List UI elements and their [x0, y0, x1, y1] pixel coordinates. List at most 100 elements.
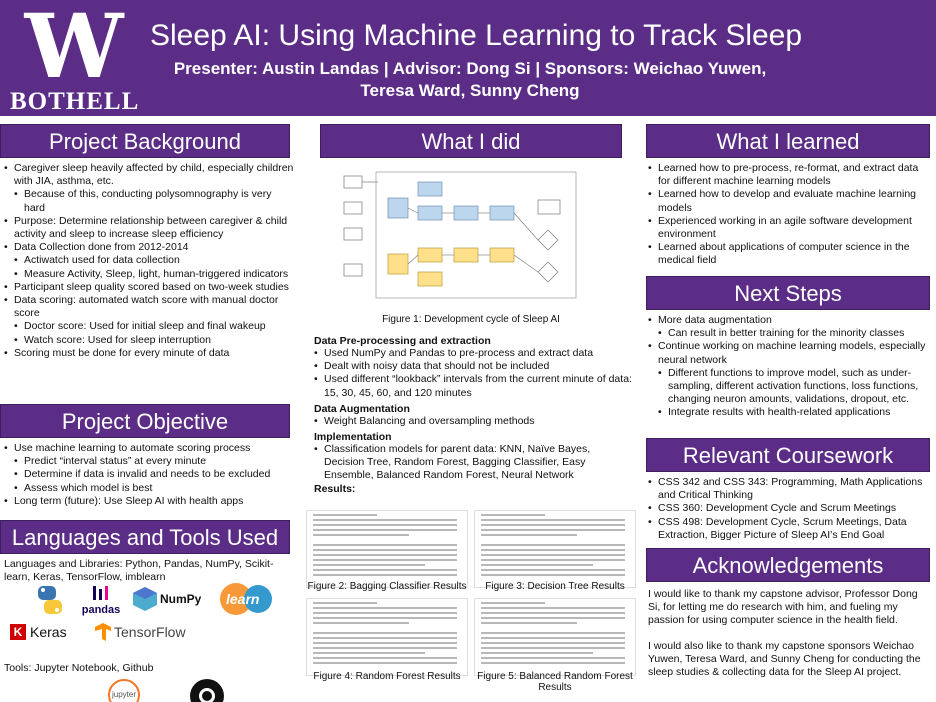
background-item: Data Collection done from 2012-2014 [4, 241, 294, 254]
result-text-line [313, 549, 457, 551]
figure-3-caption: Figure 3: Decision Tree Results [485, 581, 625, 592]
keras-icon: K [10, 624, 26, 640]
poster-title: Sleep AI: Using Machine Learning to Trac… [150, 19, 803, 52]
github-icon [190, 679, 224, 702]
preprocess-item: Used different “lookback” intervals from… [314, 373, 632, 399]
coursework-item: CSS 498: Development Cycle, Scrum Meetin… [648, 516, 930, 542]
ack-para-1: I would like to thank my capstone adviso… [648, 588, 918, 627]
logo-mark: W [24, 0, 124, 98]
python-logo-icon [38, 586, 62, 614]
sklearn-logo: learn [214, 582, 278, 616]
background-item: Caregiver sleep heavily affected by chil… [4, 162, 294, 188]
background-item: Because of this, conducting polysomnogra… [4, 188, 294, 214]
result-text-line [481, 622, 577, 624]
result-text-line [313, 637, 457, 639]
result-text-line [313, 617, 457, 619]
augmentation-list: Weight Balancing and oversampling method… [314, 415, 632, 428]
result-text-line [313, 607, 457, 609]
tool-logos-bottom: jupyter [0, 675, 300, 702]
result-text-line [481, 657, 625, 659]
right-column: What I learned Learned how to pre-proces… [642, 124, 936, 679]
pandas-label: pandas [81, 604, 121, 616]
result-text-line [481, 574, 625, 576]
background-item: Scoring must be done for every minute of… [4, 347, 294, 360]
result-text-line [481, 524, 625, 526]
preprocess-heading: Data Pre-processing and extraction [314, 335, 491, 347]
objective-item: Determine if data is invalid and needs t… [4, 468, 294, 481]
preprocess-item: Dealt with noisy data that should not be… [314, 360, 632, 373]
result-text-line [313, 647, 457, 649]
whatidid-heading: What I did [320, 124, 622, 158]
bagging-results-table [306, 510, 468, 588]
learned-list: Learned how to pre-process, re-format, a… [642, 158, 936, 276]
tensorflow-label: TensorFlow [114, 624, 186, 640]
background-item: Data scoring: automated watch score with… [4, 294, 294, 320]
result-text-line [481, 607, 625, 609]
figure-1-caption: Figure 1: Development cycle of Sleep AI [382, 314, 560, 325]
preprocess-list: Used NumPy and Pandas to pre-process and… [314, 347, 632, 400]
acknowledgements-heading: Acknowledgements [646, 548, 930, 582]
results-heading: Results: [314, 482, 356, 495]
result-text-line [313, 657, 457, 659]
result-text-line [313, 544, 457, 546]
nextsteps-heading: Next Steps [646, 276, 930, 310]
objective-item: Assess which model is best [4, 482, 294, 495]
pandas-icon [93, 586, 108, 600]
tools-line: Tools: Jupyter Notebook, Github [4, 662, 154, 674]
result-text-line [481, 519, 625, 521]
result-text-line [481, 549, 625, 551]
pandas-logo: pandas [80, 584, 122, 616]
result-text-line [313, 524, 457, 526]
learned-item: Experienced working in an agile software… [648, 215, 930, 241]
implementation-list: Classification models for parent data: K… [314, 443, 632, 483]
result-text-line [313, 514, 377, 516]
balanced-random-forest-results-table [474, 598, 636, 676]
learned-item: Learned how to develop and evaluate mach… [648, 188, 930, 214]
tool-logos: pandas NumPy learn K Keras TensorFlow [0, 582, 300, 662]
development-cycle-diagram [342, 168, 592, 308]
result-text-line [313, 574, 457, 576]
result-text-line [481, 647, 625, 649]
poster-header: W BOTHELL Sleep AI: Using Machine Learni… [0, 0, 936, 116]
result-text-line [481, 559, 625, 561]
uw-bothell-logo: W BOTHELL [10, 0, 140, 115]
result-text-line [481, 642, 625, 644]
preprocess-item: Used NumPy and Pandas to pre-process and… [314, 347, 632, 360]
result-text-line [313, 529, 457, 531]
tensorflow-icon [95, 623, 111, 641]
result-text-line [313, 662, 457, 664]
background-item: Purpose: Determine relationship between … [4, 215, 294, 241]
whatidid-text: Data Pre-processing and extraction Used … [314, 332, 632, 495]
result-text-line [313, 569, 457, 571]
background-item: Measure Activity, Sleep, light, human-tr… [4, 268, 294, 281]
logo-text: BOTHELL [10, 88, 140, 115]
learned-item: Learned about applications of computer s… [648, 241, 930, 267]
coursework-list: CSS 342 and CSS 343: Programming, Math A… [642, 472, 936, 548]
result-text-line [481, 554, 625, 556]
sklearn-label: learn [226, 591, 260, 607]
result-text-line [481, 602, 545, 604]
result-text-line [481, 652, 593, 654]
result-text-line [481, 637, 625, 639]
result-text-line [481, 529, 625, 531]
objective-heading: Project Objective [0, 404, 290, 438]
coursework-item: CSS 342 and CSS 343: Programming, Math A… [648, 476, 930, 502]
jupyter-logo: jupyter [108, 679, 140, 702]
coursework-item: CSS 360: Development Cycle and Scrum Mee… [648, 502, 930, 515]
implementation-item: Classification models for parent data: K… [314, 443, 632, 483]
objective-list: Use machine learning to automate scoring… [0, 438, 300, 520]
result-text-line [481, 617, 625, 619]
ack-para-2: I would also like to thank my capstone s… [648, 639, 921, 679]
figure-2-caption: Figure 2: Bagging Classifier Results [307, 581, 467, 592]
objective-item: Long term (future): Use Sleep AI with he… [4, 495, 294, 508]
decision-tree-results-table [474, 510, 636, 588]
nextsteps-list: More data augmentationCan result in bett… [642, 310, 936, 438]
result-text-line [313, 554, 457, 556]
background-item: Actiwatch used for data collection [4, 254, 294, 267]
coursework-heading: Relevant Coursework [646, 438, 930, 472]
learned-item: Learned how to pre-process, re-format, a… [648, 162, 930, 188]
result-text-line [313, 564, 425, 566]
result-text-line [313, 652, 425, 654]
result-text-line [313, 559, 457, 561]
result-text-line [313, 622, 409, 624]
